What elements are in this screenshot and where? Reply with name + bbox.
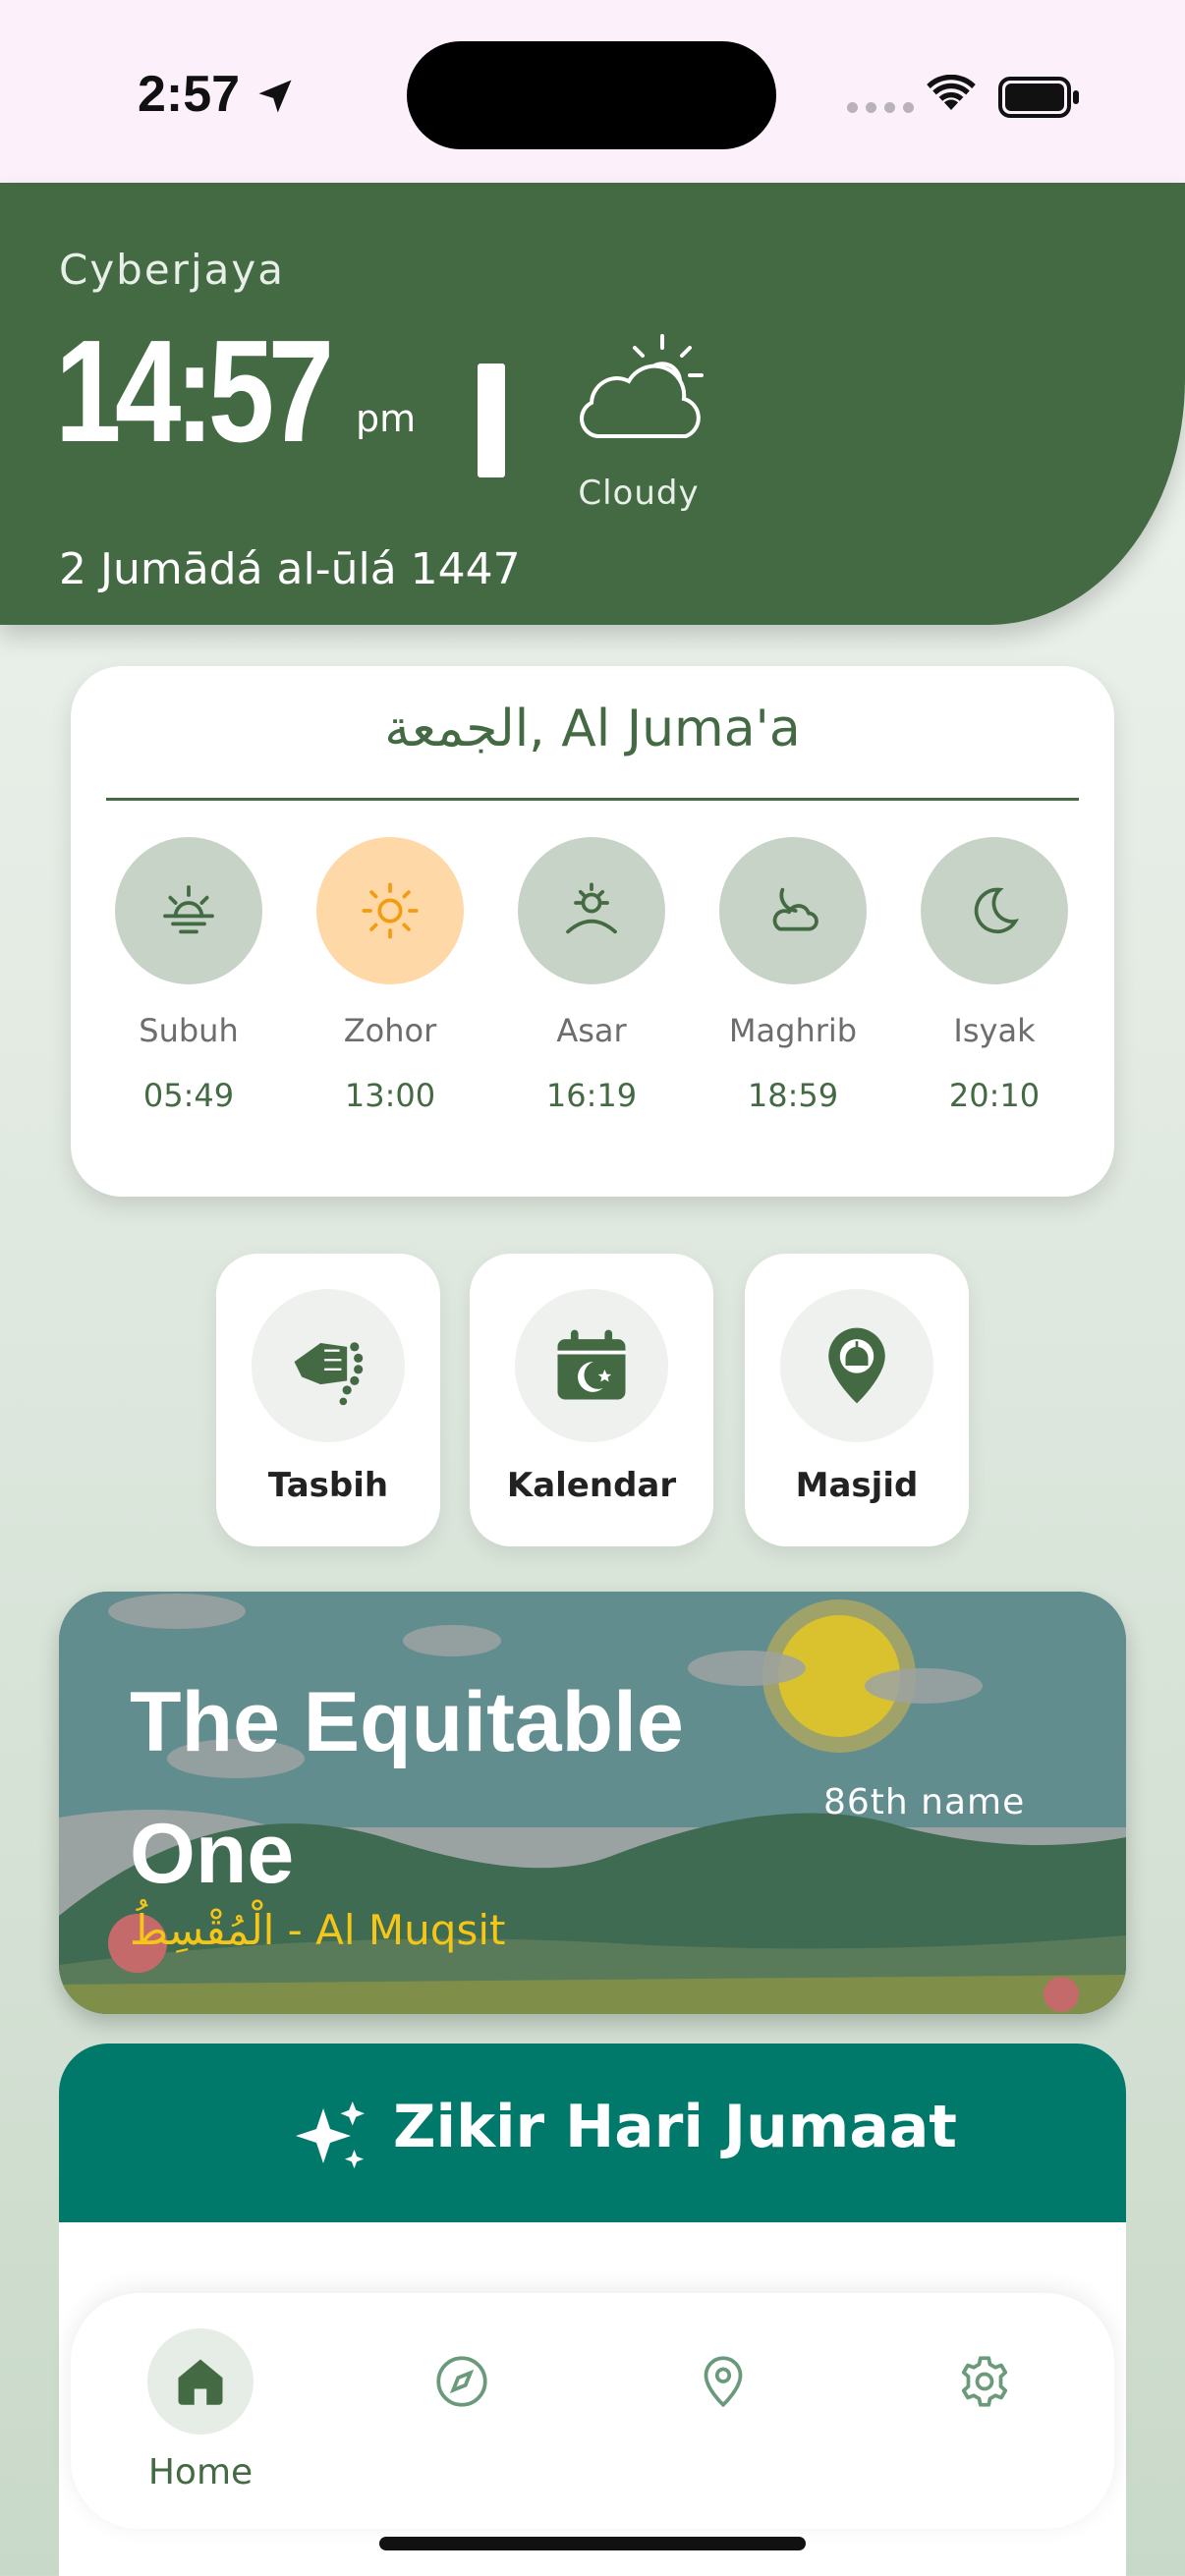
prayer-time: 05:49 [142, 1077, 235, 1114]
cellular-signal-icon [847, 102, 914, 113]
prayer-name: Zohor [343, 1012, 437, 1049]
sun-horizon-icon [566, 882, 617, 934]
shortcut-label: Tasbih [267, 1466, 389, 1505]
prayer-time: 13:00 [344, 1077, 436, 1114]
location-arrow-icon [258, 80, 292, 113]
prayer-item-zohor[interactable]: Zohor 13:00 [302, 837, 479, 1114]
hijri-date: 2 Jumādá al-ūlá 1447 [59, 544, 521, 594]
shortcut-label: Kalendar [506, 1466, 677, 1505]
header-panel: Cyberjaya 14:57 pm Cloudy 2 Jumādá al-ūl… [0, 183, 1185, 625]
sparkle-icon [296, 2101, 365, 2169]
zikir-header: Zikir Hari Jumaat [59, 2044, 1126, 2222]
day-divider [106, 798, 1079, 801]
prayer-time: 16:19 [545, 1077, 638, 1114]
prayer-item-isyak[interactable]: Isyak 20:10 [906, 837, 1083, 1114]
nav-icon-wrap [670, 2328, 776, 2435]
gear-icon [961, 2356, 1008, 2407]
prayer-item-maghrib[interactable]: Maghrib 18:59 [705, 837, 881, 1114]
location-pin-icon [704, 2356, 743, 2408]
compass-icon [436, 2356, 487, 2407]
tasbih-hand-icon [294, 1342, 364, 1406]
sun-icon [362, 882, 419, 939]
ampm-label: pm [356, 397, 417, 440]
dynamic-island [407, 41, 776, 149]
sunrise-icon [163, 885, 214, 934]
prayer-item-subuh[interactable]: Subuh 05:49 [100, 837, 277, 1114]
shortcut-icon-circle [515, 1289, 668, 1442]
status-time: 2:57 [138, 66, 241, 123]
cloudy-weather-icon [580, 334, 704, 438]
prayer-circle [518, 837, 665, 984]
tasbih-shortcut[interactable]: Tasbih [216, 1254, 440, 1546]
nav-location[interactable] [645, 2328, 802, 2505]
nav-home[interactable]: Home [122, 2328, 279, 2505]
nav-icon-wrap [931, 2328, 1038, 2435]
nav-compass[interactable] [383, 2328, 540, 2505]
shortcut-icon-circle [780, 1289, 933, 1442]
status-bar: 2:57 [0, 0, 1185, 183]
nav-settings[interactable] [906, 2328, 1063, 2505]
asma-arabic-name: الْمُقْسِطُ - Al Muqsit [130, 1906, 506, 1954]
prayer-circle-active [316, 837, 464, 984]
nav-icon-wrap [409, 2328, 515, 2435]
shortcut-label: Masjid [795, 1466, 919, 1505]
home-indicator [379, 2537, 806, 2550]
prayer-circle [921, 837, 1068, 984]
home-icon [178, 2359, 223, 2405]
weather-label: Cloudy [578, 474, 700, 513]
city-name: Cyberjaya [59, 246, 285, 294]
prayer-time: 20:10 [948, 1077, 1041, 1114]
prayer-name: Subuh [139, 1012, 239, 1049]
prayer-name: Isyak [953, 1012, 1036, 1049]
prayer-circle [115, 837, 262, 984]
prayer-times-card: الجمعة, Al Juma'a Subuh 05:49 Zohor 13:0… [71, 666, 1114, 1197]
nav-label: Home [147, 2452, 254, 2492]
masjid-shortcut[interactable]: Masjid [745, 1254, 969, 1546]
prayer-name: Asar [556, 1012, 627, 1049]
battery-icon [998, 77, 1079, 118]
current-time: 14:57 [55, 310, 334, 473]
moon-icon [974, 887, 1019, 934]
moon-cloud-icon [772, 887, 818, 931]
asmaul-husna-card[interactable]: The Equitable One 86th name الْمُقْسِطُ … [59, 1592, 1126, 2014]
calendar-moon-icon [557, 1329, 626, 1400]
asma-number: 86th name [823, 1782, 1026, 1822]
header-divider [478, 364, 505, 477]
prayer-item-asar[interactable]: Asar 16:19 [503, 837, 680, 1114]
prayer-name: Maghrib [728, 1012, 858, 1049]
kalendar-shortcut[interactable]: Kalendar [470, 1254, 713, 1546]
prayer-time: 18:59 [747, 1077, 839, 1114]
prayer-circle [719, 837, 867, 984]
asma-title: The Equitable One [130, 1675, 684, 1901]
shortcut-icon-circle [252, 1289, 405, 1442]
nav-icon-wrap [147, 2328, 254, 2435]
bottom-navigation: Home [71, 2293, 1114, 2529]
wifi-icon [927, 75, 976, 110]
day-title: الجمعة, Al Juma'a [384, 700, 801, 758]
zikir-title: Zikir Hari Jumaat [393, 2093, 957, 2161]
mosque-pin-icon [828, 1327, 885, 1404]
